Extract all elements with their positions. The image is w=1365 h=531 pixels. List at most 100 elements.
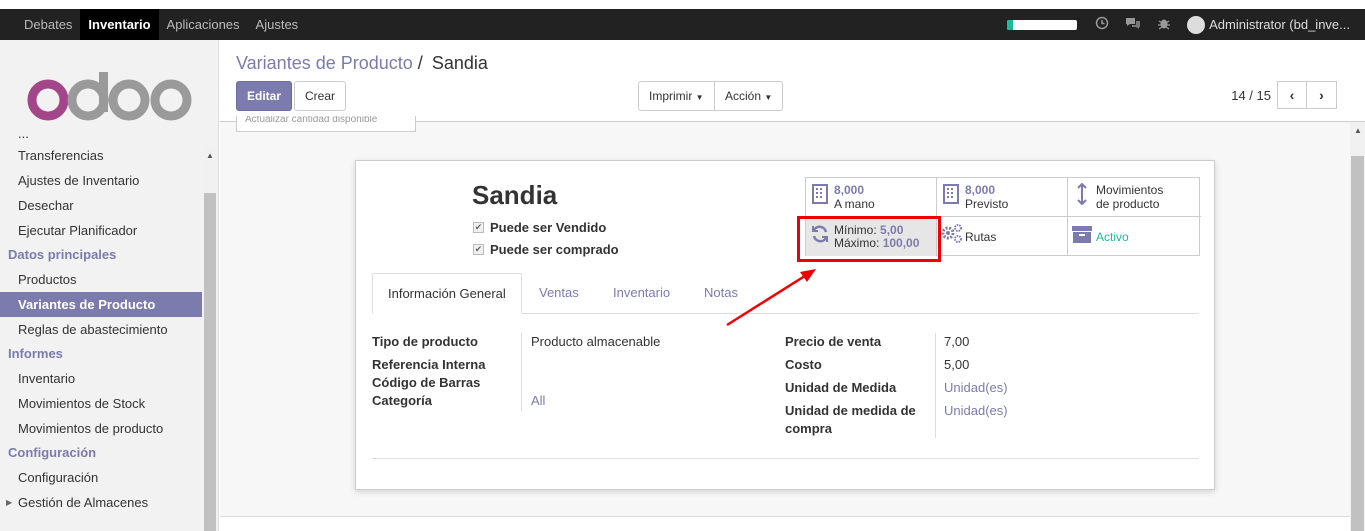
scrollbar-thumb[interactable]: [1351, 156, 1364, 531]
tab-inventario[interactable]: Inventario: [598, 273, 685, 314]
checkbox-checked-icon: ✔: [473, 244, 484, 255]
print-dropdown[interactable]: Imprimir ▼: [638, 81, 715, 111]
tab-informacion-general[interactable]: Información General: [372, 273, 522, 314]
pager: 14 / 15 ‹ ›: [1231, 81, 1337, 109]
progress-bar[interactable]: [1007, 19, 1078, 30]
cost-value[interactable]: 5,00: [944, 357, 969, 372]
pager-next-icon[interactable]: ›: [1307, 81, 1337, 109]
sale-price-label: Precio de venta: [785, 334, 882, 349]
sidebar-item-inventario[interactable]: Inventario: [0, 366, 202, 391]
purchase-uom-value[interactable]: Unidad(es): [944, 403, 1008, 418]
archive-icon: [1068, 224, 1096, 250]
field-separator: [521, 333, 522, 411]
update-qty-button[interactable]: Actualizar cantidad disponible: [236, 116, 416, 132]
scrollbar-thumb[interactable]: [204, 193, 216, 531]
pager-previous-icon[interactable]: ‹: [1277, 81, 1307, 109]
sidebar-section-informes: Informes: [8, 346, 63, 361]
uom-value[interactable]: Unidad(es): [944, 380, 1008, 395]
avatar[interactable]: [1187, 15, 1206, 34]
sidebar-item-ajustes-inventario[interactable]: Ajustes de Inventario: [0, 168, 202, 193]
can-be-purchased-checkbox[interactable]: ✔ Puede ser comprado: [473, 242, 619, 257]
progress-fill: [1007, 19, 1013, 30]
product-name: Sandia: [472, 180, 558, 210]
chat-icon[interactable]: [1125, 16, 1141, 33]
user-menu[interactable]: Administrator (bd_inve...: [1209, 17, 1350, 32]
action-dropdown[interactable]: Acción ▼: [714, 81, 784, 111]
sidebar-item-movimientos-stock[interactable]: Movimientos de Stock: [0, 391, 202, 416]
sidebar-scrollbar[interactable]: ▲: [203, 147, 217, 531]
create-button[interactable]: Crear: [294, 81, 347, 111]
bug-icon[interactable]: [1157, 16, 1171, 33]
cost-label: Costo: [785, 357, 822, 372]
chatter-separator: [220, 516, 1350, 531]
breadcrumb-parent[interactable]: Variantes de Producto: [236, 53, 413, 73]
category-value[interactable]: All: [531, 393, 545, 408]
sidebar-item-variantes[interactable]: Variantes de Producto: [0, 292, 202, 317]
sidebar-section-datos: Datos principales: [8, 247, 117, 262]
main-navbar: Debates Inventario Aplicaciones Ajustes …: [0, 9, 1365, 40]
routes-button[interactable]: Rutas: [937, 217, 1068, 256]
caret-down-icon: ▼: [695, 93, 704, 102]
product-moves-button[interactable]: Movimientos de producto: [1068, 178, 1201, 217]
sheet-divider: [372, 458, 1199, 459]
forecast-label: Previsto: [965, 197, 1009, 211]
expand-caret-icon: ▶: [6, 498, 13, 507]
active-toggle-button[interactable]: Activo: [1068, 217, 1201, 256]
forecast-value: 8,000: [965, 183, 996, 197]
scroll-up-icon[interactable]: ▲: [206, 151, 214, 160]
top-white-strip: [0, 0, 1365, 9]
sidebar-section-config: Configuración: [8, 445, 97, 460]
content-scrollbar[interactable]: ▲: [1350, 122, 1365, 531]
on-hand-value: 8,000: [834, 183, 865, 197]
print-label: Imprimir: [649, 89, 693, 103]
can-be-sold-label: Puede ser Vendido: [490, 220, 607, 235]
purchase-uom-label-line2: compra: [785, 421, 832, 436]
building-icon: [937, 184, 965, 210]
menu-inventario[interactable]: Inventario: [80, 9, 159, 40]
barcode-label: Código de Barras: [372, 375, 481, 390]
forecast-button[interactable]: 8,000 Previsto: [937, 178, 1068, 217]
product-type-value[interactable]: Producto almacenable: [531, 334, 660, 349]
active-label: Activo: [1096, 229, 1129, 244]
sale-price-value[interactable]: 7,00: [944, 334, 969, 349]
can-be-sold-checkbox[interactable]: ✔ Puede ser Vendido: [473, 220, 606, 235]
menu-aplicaciones[interactable]: Aplicaciones: [159, 9, 248, 40]
pager-value[interactable]: 14 / 15: [1231, 88, 1271, 103]
product-type-label: Tipo de producto: [372, 334, 478, 349]
sidebar-item-desechar[interactable]: Desechar: [0, 193, 202, 218]
menu-debates[interactable]: Debates: [0, 9, 80, 40]
sidebar-item-transferencias[interactable]: Transferencias: [0, 143, 202, 168]
arrows-vertical-icon: [1068, 182, 1096, 211]
clock-icon[interactable]: [1095, 16, 1109, 33]
gears-icon: [937, 223, 965, 251]
scroll-up-icon[interactable]: ▲: [1354, 126, 1362, 135]
moves-label-line1: Movimientos: [1096, 183, 1164, 197]
sidebar-item-label: Gestión de Almacenes: [18, 495, 149, 510]
building-icon: [806, 184, 834, 210]
on-hand-label: A mano: [834, 197, 875, 211]
sidebar: ... Transferencias Ajustes de Inventario…: [0, 40, 219, 531]
notebook-tabs: Información General Ventas Inventario No…: [372, 273, 1199, 314]
on-hand-button[interactable]: 8,000 A mano: [806, 178, 937, 217]
sidebar-item-productos[interactable]: Productos: [0, 267, 202, 292]
odoo-logo: [27, 72, 192, 121]
routes-label: Rutas: [965, 229, 997, 244]
sidebar-item-reglas[interactable]: Reglas de abastecimiento: [0, 317, 202, 342]
edit-button[interactable]: Editar: [236, 81, 293, 111]
sidebar-menu: ... Transferencias Ajustes de Inventario…: [0, 132, 202, 515]
sidebar-item-ejecutar-planificador[interactable]: Ejecutar Planificador: [0, 218, 202, 243]
moves-label-line2: de producto: [1096, 197, 1160, 211]
sidebar-item-truncated[interactable]: ...: [0, 132, 202, 143]
category-label: Categoría: [372, 393, 432, 408]
sidebar-item-movimientos-producto[interactable]: Movimientos de producto: [0, 416, 202, 441]
menu-ajustes[interactable]: Ajustes: [248, 9, 307, 40]
sidebar-item-almacenes[interactable]: ▶ Gestión de Almacenes: [0, 490, 202, 515]
breadcrumb-separator: /: [417, 53, 423, 73]
tab-ventas[interactable]: Ventas: [524, 273, 594, 314]
purchase-uom-label-line1: Unidad de medida de: [785, 403, 916, 418]
sidebar-item-configuracion[interactable]: Configuración: [0, 465, 202, 490]
checkbox-checked-icon: ✔: [473, 222, 484, 233]
breadcrumb: Variantes de Producto / Sandia: [236, 53, 488, 74]
form-sheet: Sandia ✔ Puede ser Vendido ✔ Puede ser com…: [355, 160, 1215, 490]
tab-notas[interactable]: Notas: [689, 273, 753, 314]
